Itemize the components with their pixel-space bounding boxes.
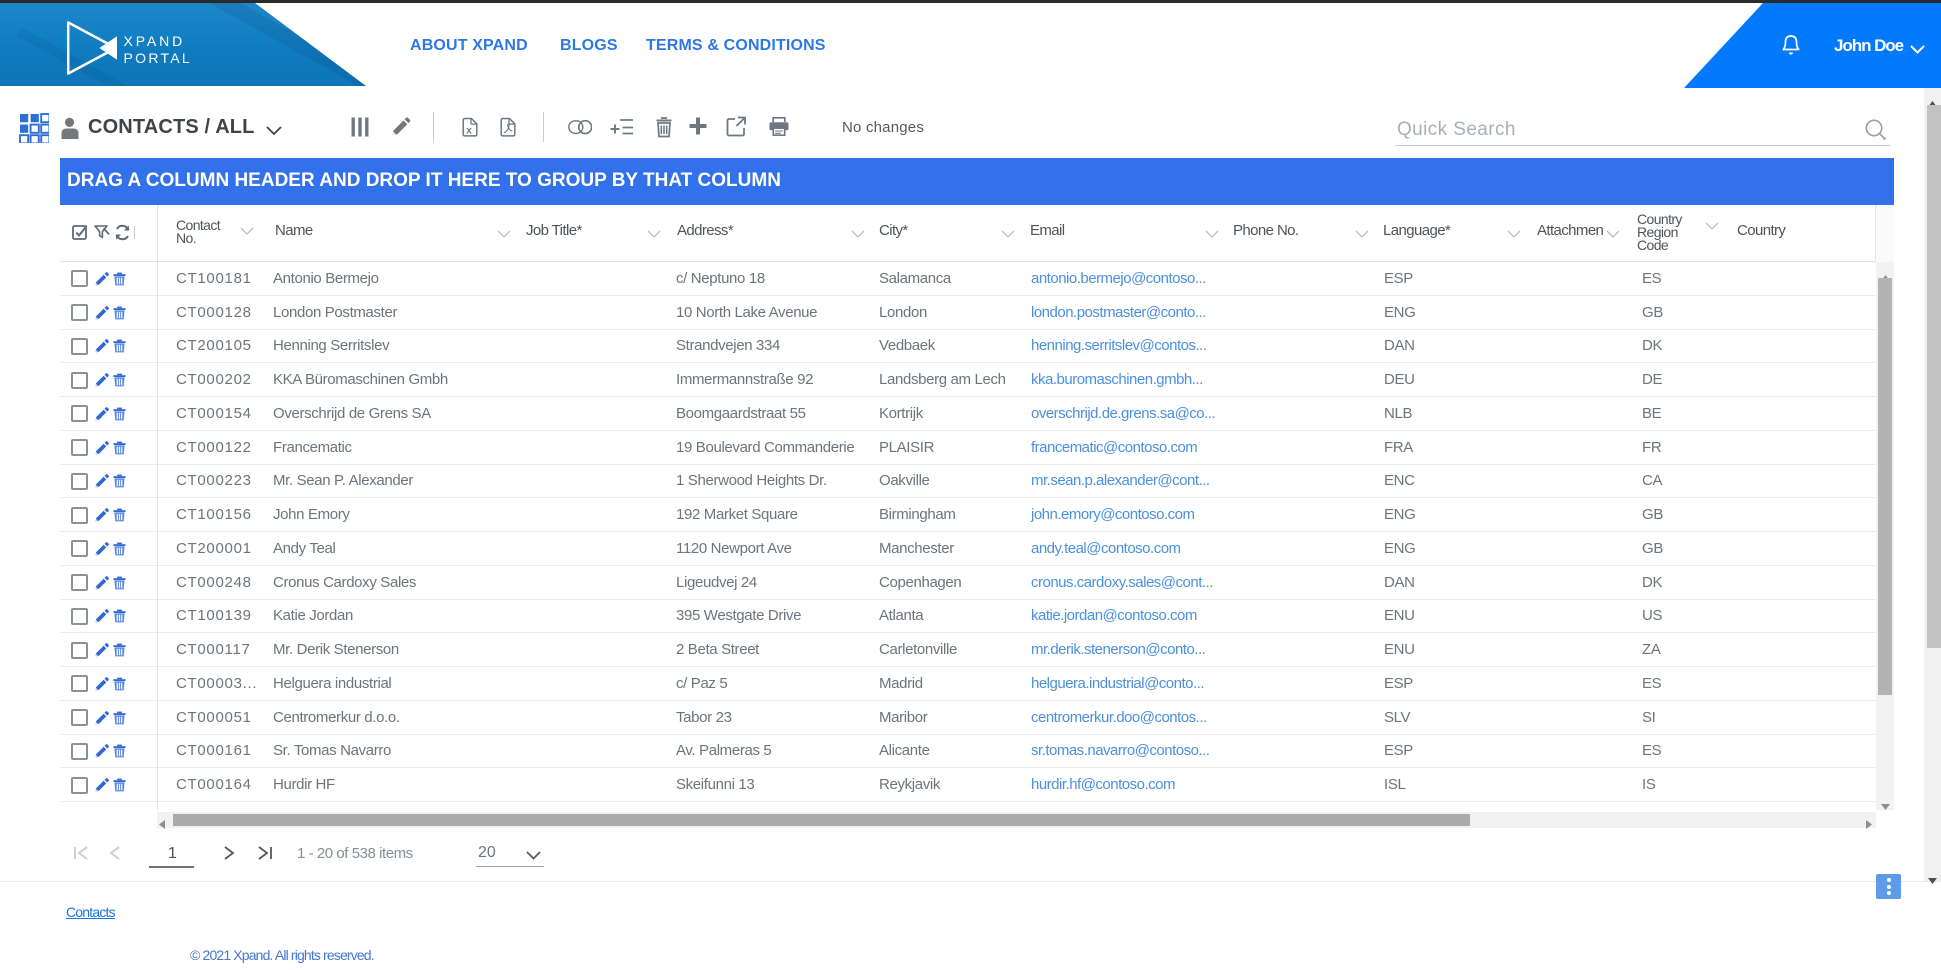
svg-text:PORTAL: PORTAL [124, 50, 193, 66]
svg-text:XPAND: XPAND [124, 33, 186, 49]
svg-text:x: x [466, 125, 472, 136]
